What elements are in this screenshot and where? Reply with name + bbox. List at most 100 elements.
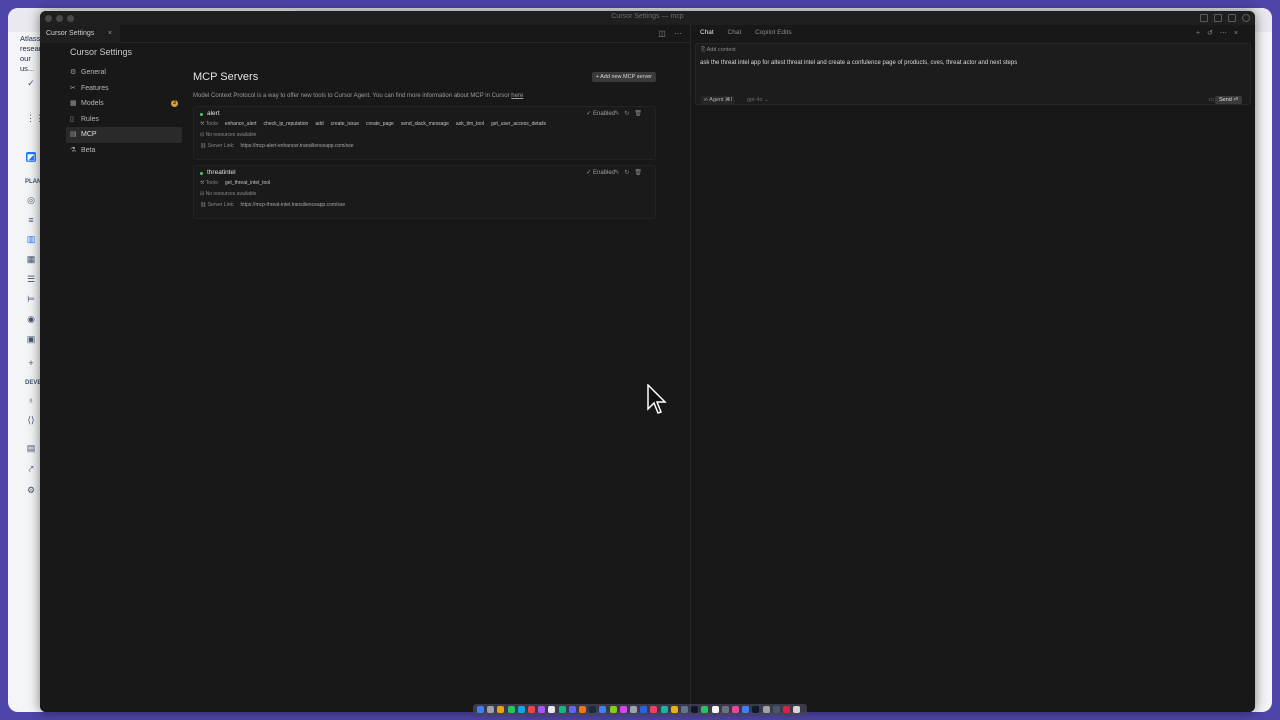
dock-app-icon[interactable] (599, 706, 607, 713)
dock-app-icon[interactable] (711, 706, 719, 713)
nav-item-models[interactable]: ▦ Models 3 (66, 96, 182, 112)
monitor-icon[interactable]: ▣ (26, 334, 36, 344)
dock-app-icon[interactable] (619, 706, 627, 713)
plan-section-label: PLAN (25, 179, 42, 185)
dock-app-icon[interactable] (538, 706, 546, 713)
nav-item-label: Features (81, 84, 109, 92)
globe-icon[interactable]: ◎ (26, 195, 36, 205)
dock-app-icon[interactable] (681, 706, 688, 713)
tool-chip[interactable]: add (315, 121, 323, 127)
tool-chip[interactable]: send_slack_message (401, 121, 449, 127)
delete-icon[interactable]: 🗑 (634, 170, 647, 176)
model-selector[interactable]: gpt-4o ⌄ (747, 96, 769, 104)
nav-item-beta[interactable]: ⚗ Beta (66, 143, 182, 159)
dock-app-icon[interactable] (507, 706, 515, 713)
server-link[interactable]: https://mcp-threat-intel.transilienceapp… (240, 202, 345, 208)
timeline-icon[interactable]: ⊨ (26, 294, 36, 304)
dock-app-icon[interactable] (783, 706, 790, 713)
tab-chat[interactable]: Chat (700, 29, 714, 36)
tool-chip[interactable]: enhance_alert (225, 121, 257, 127)
dock-app-icon[interactable] (609, 706, 617, 713)
close-chat-icon[interactable]: × (1234, 30, 1245, 37)
dock-app-icon[interactable] (732, 706, 739, 713)
dock-app-icon[interactable] (558, 706, 566, 713)
more-actions-icon[interactable]: ⋯ (674, 29, 682, 38)
board-icon[interactable]: ▥ (26, 234, 36, 244)
list-icon[interactable]: ☰ (26, 274, 36, 284)
dock-app-icon[interactable] (660, 706, 668, 713)
delete-icon[interactable]: 🗑 (634, 111, 647, 117)
app-grid-icon[interactable]: ⋮⋮ (26, 113, 44, 123)
dock-app-icon[interactable] (579, 706, 586, 713)
lightbulb-icon[interactable]: ♁ (26, 395, 36, 405)
nav-item-mcp[interactable]: ▤ MCP (66, 127, 182, 143)
dock-app-icon[interactable] (752, 706, 760, 713)
close-tab-icon[interactable]: × (108, 25, 112, 43)
chat-input[interactable]: ask the threat intel app for altest thre… (700, 60, 1017, 66)
server-enabled-toggle[interactable]: ✓ Enabled (586, 110, 615, 117)
dock-app-icon[interactable] (517, 706, 525, 713)
stack-icon[interactable]: ≡ (26, 215, 36, 225)
add-icon[interactable]: + (26, 358, 36, 368)
account-icon[interactable] (1242, 14, 1250, 22)
edit-icon[interactable]: ✎ (614, 111, 624, 117)
nav-item-general[interactable]: ⚙ General (66, 65, 182, 81)
dock-app-icon[interactable] (630, 706, 637, 713)
checkbox-icon[interactable]: ✓ (26, 78, 36, 88)
tool-chip[interactable]: get_user_access_details (491, 121, 546, 127)
project-avatar-icon[interactable]: ◩ (26, 152, 36, 162)
dock-app-icon[interactable] (772, 706, 780, 713)
dock-app-icon[interactable] (497, 706, 505, 713)
tab-cursor-settings[interactable]: Cursor Settings × (40, 25, 120, 43)
target-icon[interactable]: ◉ (26, 314, 36, 324)
dock-app-icon[interactable] (477, 706, 484, 713)
new-chat-icon[interactable]: + (1196, 30, 1207, 37)
dock-app-icon[interactable] (670, 706, 678, 713)
tool-chip[interactable]: get_threat_intel_tool (225, 180, 270, 186)
server-link[interactable]: https://mcp-alert-enhancer.transiliencea… (240, 143, 353, 149)
toggle-secondary-sidebar-icon[interactable] (1228, 14, 1236, 22)
tool-chip[interactable]: ask_tim_tool (456, 121, 484, 127)
code-icon[interactable]: ⟨⟩ (26, 415, 36, 425)
refresh-icon[interactable]: ↻ (624, 111, 634, 117)
dock-app-icon[interactable] (528, 706, 535, 713)
resources-text: No resources available (205, 191, 257, 197)
more-icon[interactable]: ⋯ (1220, 30, 1234, 37)
server-enabled-toggle[interactable]: ✓ Enabled (586, 169, 615, 176)
refresh-icon[interactable]: ↻ (624, 170, 634, 176)
dock-app-icon[interactable] (762, 706, 770, 713)
settings-icon[interactable]: ⚙ (26, 485, 36, 495)
image-attach-icon[interactable]: ▭ (1208, 96, 1214, 104)
shortcut-icon[interactable]: ⤤ (26, 464, 36, 474)
nav-item-features[interactable]: ✂ Features (66, 81, 182, 97)
edit-icon[interactable]: ✎ (614, 170, 624, 176)
dock-app-icon[interactable] (721, 706, 729, 713)
send-button[interactable]: Send ⏎ (1215, 96, 1242, 104)
dock-app-icon[interactable] (691, 706, 699, 713)
dock-app-icon[interactable] (487, 706, 495, 713)
nav-item-rules[interactable]: ▯ Rules (66, 112, 182, 128)
add-mcp-server-button[interactable]: + Add new MCP server (591, 72, 656, 82)
history-icon[interactable]: ↺ (1207, 30, 1220, 37)
tool-chip[interactable]: create_page (366, 121, 394, 127)
tool-chip[interactable]: check_ip_reputation (264, 121, 309, 127)
page-icon[interactable]: ▤ (26, 443, 36, 453)
tab-copilot-edits[interactable]: Copilot Edits (755, 29, 792, 36)
agent-mode-selector[interactable]: ∞ Agent ⌘I (701, 96, 736, 104)
mcp-docs-link[interactable]: here (511, 93, 523, 99)
calendar-icon[interactable]: ▦ (26, 254, 36, 264)
add-context-button[interactable]: ⎘ Add context (701, 47, 736, 54)
dock-app-icon[interactable] (701, 706, 709, 713)
toggle-sidebar-icon[interactable] (1200, 14, 1208, 22)
toggle-panel-icon[interactable] (1214, 14, 1222, 22)
tool-chip[interactable]: create_issue (331, 121, 359, 127)
dock-app-icon[interactable] (640, 706, 648, 713)
dock-app-icon[interactable] (650, 706, 658, 713)
tab-chat-secondary[interactable]: Chat (728, 29, 742, 36)
dock-app-icon[interactable] (793, 706, 801, 713)
dock-app-icon[interactable] (548, 706, 556, 713)
dock-app-icon[interactable] (568, 706, 576, 713)
dock-app-icon[interactable] (589, 706, 597, 713)
dock-app-icon[interactable] (742, 706, 750, 713)
split-editor-icon[interactable]: ◫ (658, 29, 666, 38)
